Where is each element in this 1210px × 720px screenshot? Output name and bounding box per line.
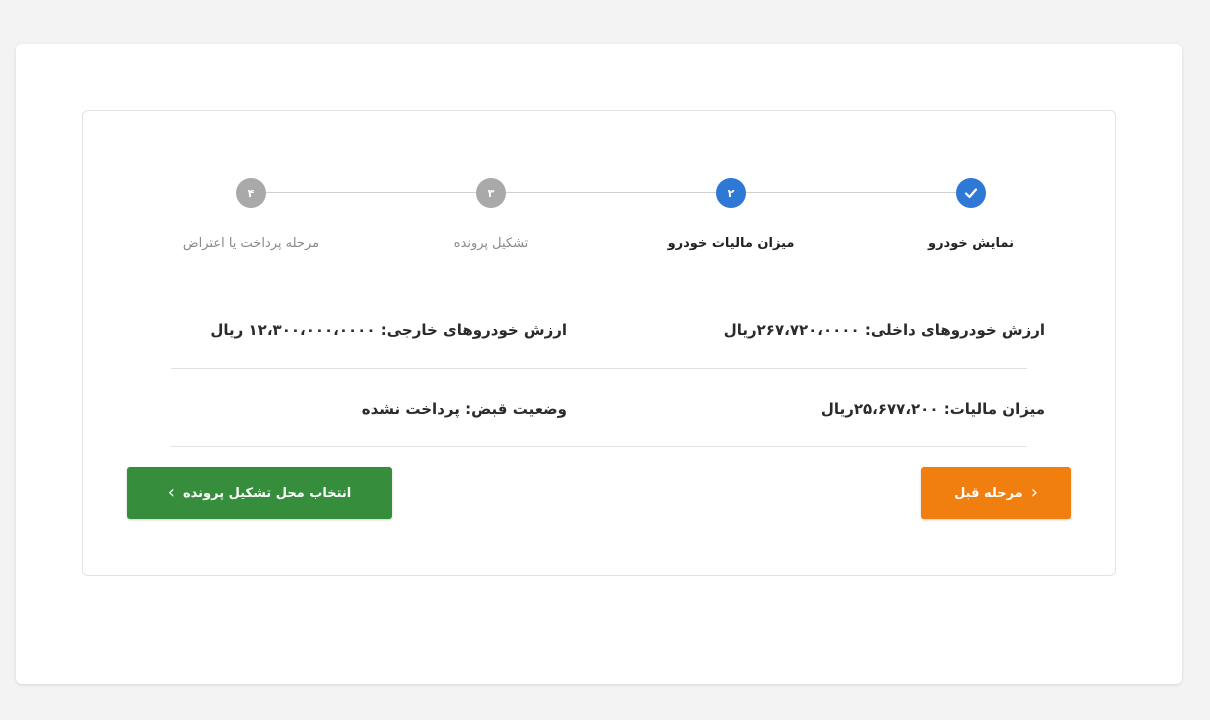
chevron-left-icon: ‹ [1030,482,1038,503]
check-icon [964,188,978,199]
step-2-circle[interactable]: ۲ [716,178,746,208]
step-1-label: نمایش خودرو [927,236,1015,251]
chevron-right-icon: › [167,482,175,503]
domestic-vehicles-value: ارزش خودروهای داخلی: ۲۶۷،۷۲۰،۰۰۰۰ریال [723,321,1045,339]
receipt-status: وضعیت قبض: پرداخت نشده [361,400,567,418]
previous-step-button[interactable]: ‹ مرحله قبل [921,467,1071,519]
step-2-label: میزان مالیات خودرو [667,236,795,251]
step-3-circle: ۳ [476,178,506,208]
stepper-line-2-3 [506,192,716,193]
info-divider-1 [171,368,1027,369]
tax-amount: میزان مالیات: ۲۵،۶۷۷،۲۰۰ریال [820,400,1045,418]
step-4-label: مرحله پرداخت یا اعتراض [182,236,320,251]
stepper-line-1-2 [746,192,956,193]
stepper: نمایش خودرو ۲ میزان مالیات خودرو ۳ تشکیل… [83,111,1115,271]
foreign-vehicles-value: ارزش خودروهای خارجی: ۱۲،۳۰۰،۰۰۰،۰۰۰۰ ریا… [210,321,567,339]
outer-card: نمایش خودرو ۲ میزان مالیات خودرو ۳ تشکیل… [16,44,1182,684]
select-file-location-button[interactable]: انتخاب محل تشکیل پرونده › [127,467,392,519]
info-divider-2 [171,446,1027,447]
step-1-circle[interactable] [956,178,986,208]
step-4-circle: ۴ [236,178,266,208]
stepper-line-3-4 [266,192,476,193]
step-3-label: تشکیل پرونده [453,236,529,251]
select-file-location-label: انتخاب محل تشکیل پرونده [182,485,352,501]
tax-step-card: نمایش خودرو ۲ میزان مالیات خودرو ۳ تشکیل… [82,110,1116,576]
previous-step-label: مرحله قبل [954,485,1023,501]
